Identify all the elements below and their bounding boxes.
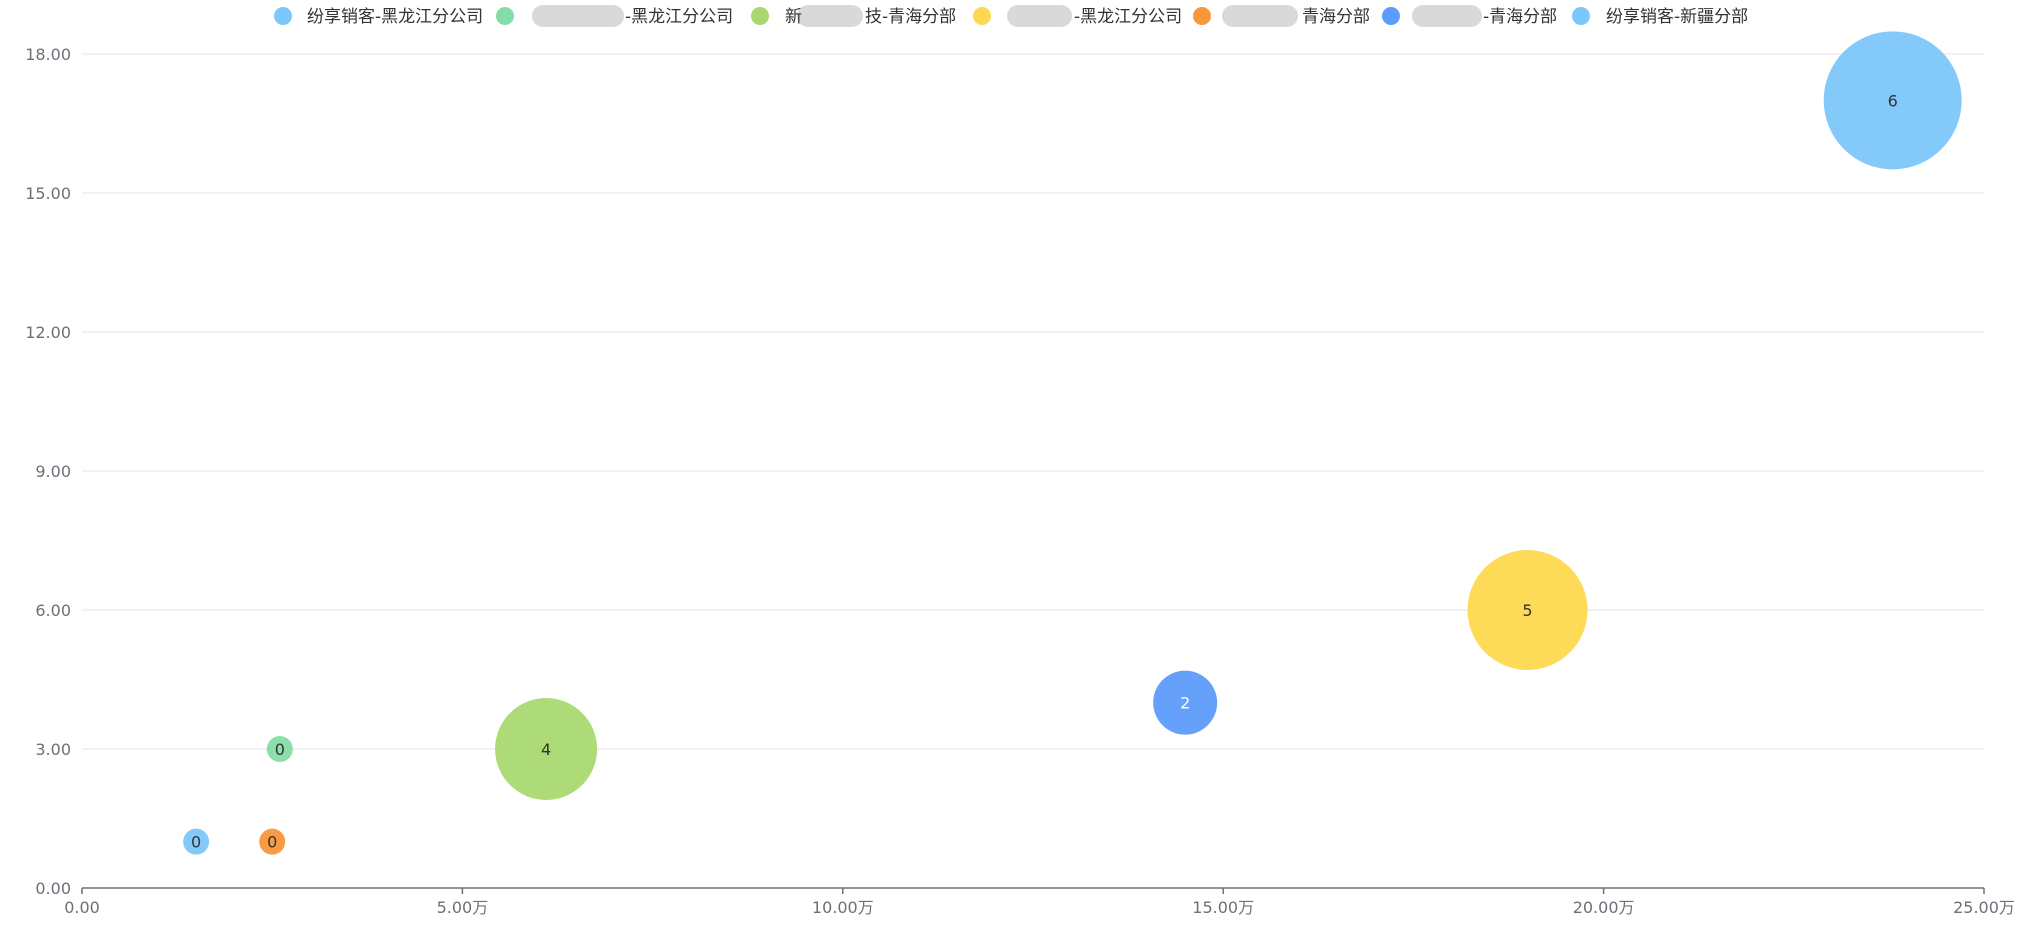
y-tick-label: 15.00	[25, 184, 71, 203]
y-tick-label: 0.00	[35, 879, 71, 898]
legend-item[interactable]: 纷享销客-新疆分部	[1572, 7, 1748, 27]
legend-swatch	[1382, 7, 1400, 25]
grid-lines	[82, 53, 1984, 750]
bubble-label: 4	[541, 740, 551, 759]
redaction-blur	[1412, 5, 1482, 27]
y-tick-label: 6.00	[35, 601, 71, 620]
bubble-label: 6	[1888, 91, 1898, 110]
bubble-chart: 0.00 3.00 6.00 9.00 12.00 15.00 18.00 0.00 5.00…	[25, 5, 2015, 917]
redaction-blur	[1222, 5, 1298, 27]
y-tick-label: 9.00	[35, 462, 71, 481]
redaction-blur	[532, 5, 624, 27]
bubble-label: 0	[267, 833, 277, 852]
legend-swatch	[751, 7, 769, 25]
legend-swatch	[496, 7, 514, 25]
x-tick-label: 15.00万	[1192, 898, 1254, 917]
redaction-blur	[1007, 5, 1072, 27]
x-tick-label: 10.00万	[812, 898, 874, 917]
legend-swatch	[1193, 7, 1211, 25]
legend-item[interactable]: -青海分部	[1382, 5, 1557, 27]
legend-swatch	[274, 7, 292, 25]
x-tick-label: 0.00	[64, 898, 100, 917]
bubble-label: 0	[191, 833, 201, 852]
x-tick-label: 25.00万	[1953, 898, 2015, 917]
legend-label: 纷享销客-新疆分部	[1606, 7, 1748, 27]
legend[interactable]: 纷享销客-黑龙江分公司 -黑龙江分公司 新 技-青海分部 -黑龙江分公司 青海分部 -青海分…	[274, 5, 1748, 27]
y-axis: 0.00 3.00 6.00 9.00 12.00 15.00 18.00	[25, 45, 71, 898]
y-tick-label: 12.00	[25, 323, 71, 342]
y-tick-label: 18.00	[25, 45, 71, 64]
legend-item[interactable]: -黑龙江分公司	[973, 5, 1182, 27]
bubble-label: 0	[275, 740, 285, 759]
bubbles: 0 0 4 5 0 2 6	[183, 31, 1962, 855]
legend-label: 青海分部	[1302, 7, 1370, 27]
bubble-label: 2	[1180, 694, 1190, 713]
legend-item[interactable]: -黑龙江分公司	[496, 5, 733, 27]
legend-label: 技-青海分部	[865, 7, 956, 27]
bubble-label: 5	[1522, 601, 1532, 620]
legend-item[interactable]: 纷享销客-黑龙江分公司	[274, 7, 483, 27]
redaction-blur	[797, 5, 863, 27]
x-tick-label: 5.00万	[437, 898, 489, 917]
legend-item[interactable]: 新 技-青海分部	[751, 5, 956, 27]
legend-label: -黑龙江分公司	[625, 7, 733, 27]
legend-item[interactable]: 青海分部	[1193, 5, 1370, 27]
x-tick-label: 20.00万	[1573, 898, 1635, 917]
legend-swatch	[973, 7, 991, 25]
legend-label: -青海分部	[1483, 7, 1557, 27]
legend-label-prefix: 新	[785, 7, 802, 27]
legend-label: -黑龙江分公司	[1074, 7, 1182, 27]
legend-label: 纷享销客-黑龙江分公司	[307, 7, 483, 27]
y-tick-label: 3.00	[35, 740, 71, 759]
legend-swatch	[1572, 7, 1590, 25]
x-axis: 0.00 5.00万 10.00万 15.00万 20.00万 25.00万	[64, 887, 2015, 917]
